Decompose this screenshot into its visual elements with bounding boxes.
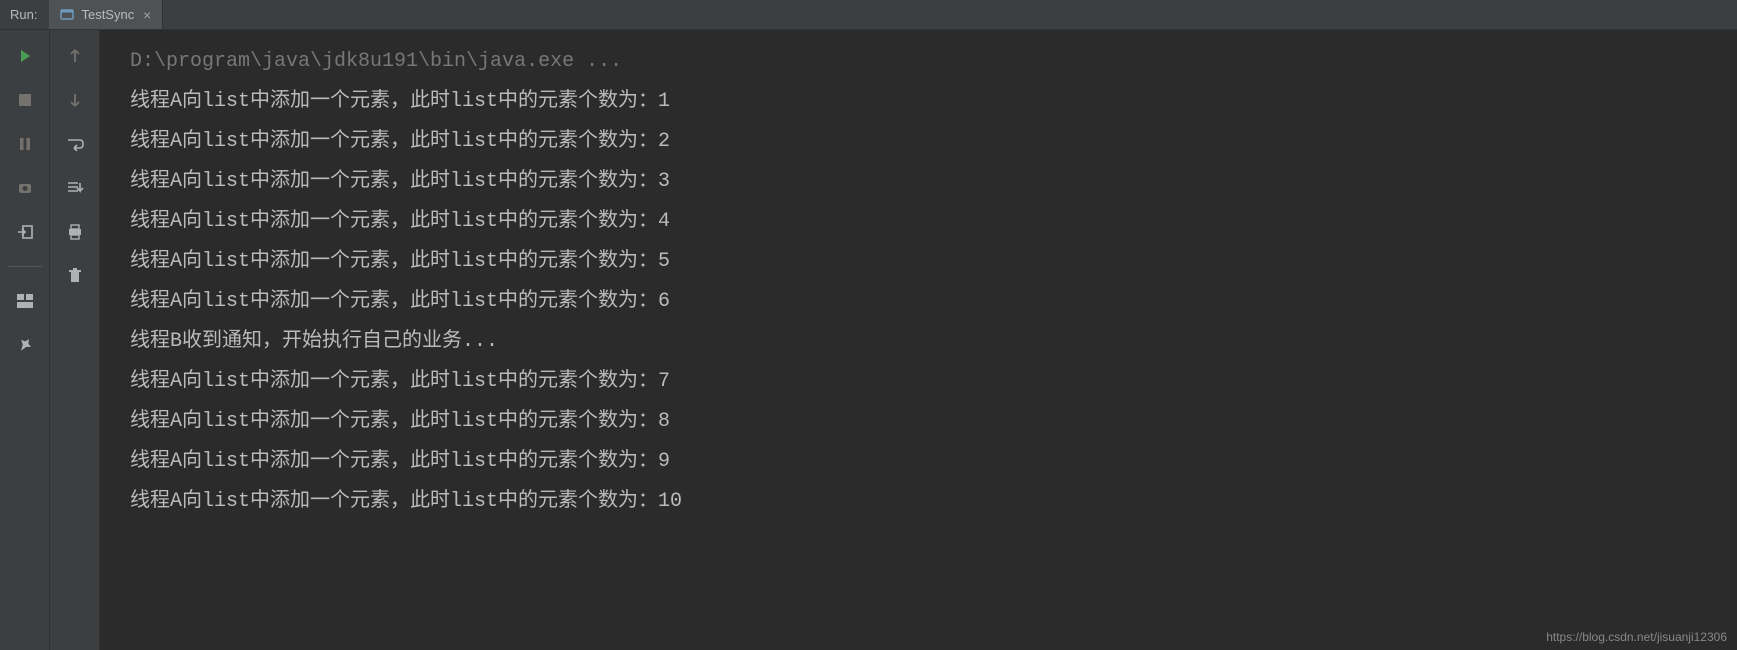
console-line: 线程A向list中添加一个元素，此时list中的元素个数为：5 (130, 242, 1737, 282)
rerun-button[interactable] (13, 44, 37, 68)
console-line: 线程A向list中添加一个元素，此时list中的元素个数为：7 (130, 362, 1737, 402)
close-icon[interactable]: × (140, 7, 154, 23)
primary-toolbar (0, 30, 50, 650)
run-config-icon (59, 7, 75, 23)
console-line: 线程A向list中添加一个元素，此时list中的元素个数为：3 (130, 162, 1737, 202)
console-line: 线程A向list中添加一个元素，此时list中的元素个数为：9 (130, 442, 1737, 482)
exit-button[interactable] (13, 220, 37, 244)
console-line: 线程A向list中添加一个元素，此时list中的元素个数为：2 (130, 122, 1737, 162)
watermark-text: https://blog.csdn.net/jisuanji12306 (1546, 630, 1727, 644)
console-line: 线程A向list中添加一个元素，此时list中的元素个数为：10 (130, 482, 1737, 522)
soft-wrap-button[interactable] (63, 132, 87, 156)
run-label: Run: (0, 0, 49, 29)
console-line: 线程A向list中添加一个元素，此时list中的元素个数为：8 (130, 402, 1737, 442)
layout-button[interactable] (13, 289, 37, 313)
up-stack-button[interactable] (63, 44, 87, 68)
down-stack-button[interactable] (63, 88, 87, 112)
console-line: 线程A向list中添加一个元素，此时list中的元素个数为：6 (130, 282, 1737, 322)
toolbar-separator (8, 266, 42, 267)
run-tool-header: Run: TestSync × (0, 0, 1737, 30)
pin-button[interactable] (13, 333, 37, 357)
console-line: 线程A向list中添加一个元素，此时list中的元素个数为：4 (130, 202, 1737, 242)
console-line: D:\program\java\jdk8u191\bin\java.exe ..… (130, 42, 1737, 82)
print-button[interactable] (63, 220, 87, 244)
run-body: D:\program\java\jdk8u191\bin\java.exe ..… (0, 30, 1737, 650)
console-line: 线程B收到通知，开始执行自己的业务... (130, 322, 1737, 362)
tab-label: TestSync (81, 7, 134, 22)
stop-button[interactable] (13, 88, 37, 112)
clear-all-button[interactable] (63, 264, 87, 288)
scroll-to-end-button[interactable] (63, 176, 87, 200)
run-tab[interactable]: TestSync × (49, 0, 163, 29)
secondary-toolbar (50, 30, 100, 650)
console-line: 线程A向list中添加一个元素，此时list中的元素个数为：1 (130, 82, 1737, 122)
pause-button[interactable] (13, 132, 37, 156)
console-output[interactable]: D:\program\java\jdk8u191\bin\java.exe ..… (100, 30, 1737, 650)
dump-threads-button[interactable] (13, 176, 37, 200)
